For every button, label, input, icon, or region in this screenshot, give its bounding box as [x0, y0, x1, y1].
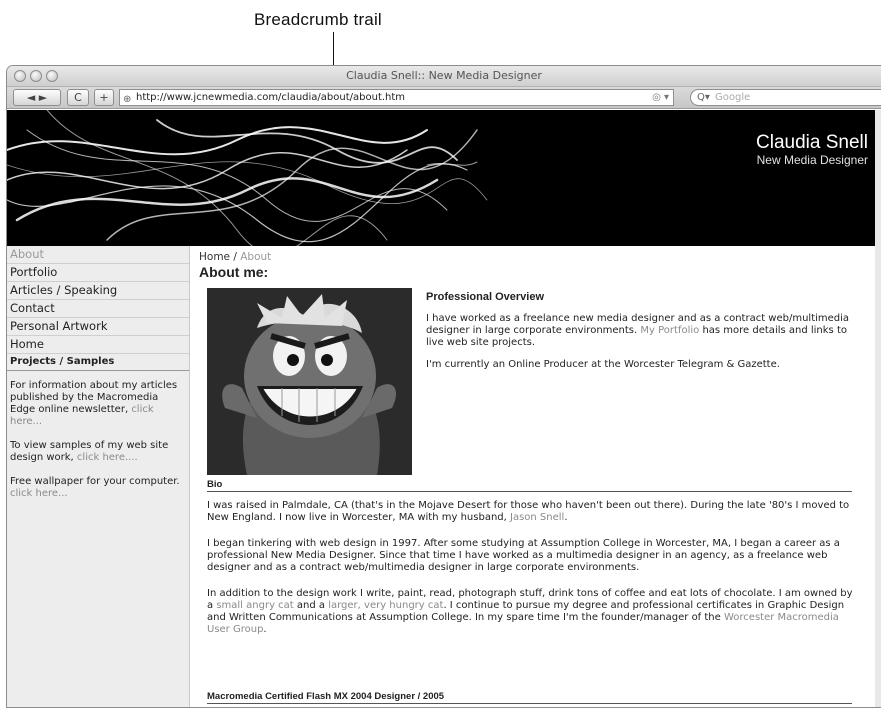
- main-content: Home / About About me: Professional Over…: [199, 246, 881, 707]
- portrait-photo: [207, 288, 412, 475]
- breadcrumb-current: About: [240, 251, 272, 263]
- search-icon: Q▾: [697, 92, 710, 103]
- url-text: http://www.jcnewmedia.com/claudia/about/…: [136, 92, 406, 103]
- bio-heading: Bio: [207, 479, 852, 492]
- bio-text: .: [564, 512, 568, 523]
- jason-snell-link[interactable]: Jason Snell: [510, 512, 564, 523]
- site-brand: Claudia Snell New Media Designer: [756, 132, 868, 168]
- wallpaper-link[interactable]: click here...: [10, 488, 68, 499]
- window-title: Claudia Snell:: New Media Designer: [346, 69, 542, 82]
- sidebar-blurb-articles: For information about my articles publis…: [7, 380, 189, 428]
- professional-overview: Professional Overview I have worked as a…: [426, 288, 856, 381]
- blurb-text: Free wallpaper for your computer.: [10, 476, 180, 487]
- browser-window: Claudia Snell:: New Media Designer ◄ ► C…: [6, 65, 881, 708]
- site-name: Claudia Snell: [756, 132, 868, 153]
- page-title: About me:: [199, 264, 269, 280]
- light-trails-graphic: [7, 110, 488, 246]
- character-illustration: [207, 288, 412, 475]
- address-bar[interactable]: ⊕ http://www.jcnewmedia.com/claudia/abou…: [119, 89, 674, 106]
- bio-paragraph-2: I began tinkering with web design in 199…: [207, 538, 840, 573]
- nav-item-articles[interactable]: Articles / Speaking: [7, 282, 189, 300]
- nav-item-portfolio[interactable]: Portfolio: [7, 264, 189, 282]
- nav-item-about[interactable]: About: [7, 246, 189, 264]
- bio-text: and a: [296, 600, 326, 611]
- site-icon: ⊕: [123, 94, 132, 105]
- search-input[interactable]: Q▾ Google: [690, 89, 881, 106]
- title-bar: Claudia Snell:: New Media Designer: [7, 66, 881, 87]
- search-placeholder: Google: [715, 92, 751, 103]
- rss-icon[interactable]: ◎ ▾: [652, 90, 669, 105]
- breadcrumb: Home / About: [199, 251, 271, 263]
- site-tagline: New Media Designer: [756, 153, 868, 167]
- back-forward-button[interactable]: ◄ ►: [13, 89, 61, 106]
- breadcrumb-separator: /: [230, 251, 241, 263]
- bio-paragraph-3: In addition to the design work I write, …: [207, 588, 857, 636]
- site-header-banner: Claudia Snell New Media Designer: [7, 110, 881, 246]
- reload-button[interactable]: C: [67, 89, 89, 106]
- samples-link[interactable]: click here....: [77, 452, 138, 463]
- portfolio-link[interactable]: My Portfolio: [640, 325, 699, 336]
- overview-title: Professional Overview: [426, 291, 544, 303]
- sidebar-blurb-samples: To view samples of my web site design wo…: [7, 440, 189, 464]
- breadcrumb-home-link[interactable]: Home: [199, 251, 230, 263]
- browser-toolbar: ◄ ► C + ⊕ http://www.jcnewmedia.com/clau…: [7, 87, 881, 109]
- overview-paragraph-2: I'm currently an Online Producer at the …: [426, 359, 780, 370]
- bio-text: .: [263, 624, 267, 635]
- overview-paragraph-1: I have worked as a freelance new media d…: [426, 313, 856, 349]
- sidebar-blurb-wallpaper: Free wallpaper for your computer. click …: [7, 476, 189, 500]
- sidebar: About Portfolio Articles / Speaking Cont…: [7, 246, 190, 707]
- small-cat-link[interactable]: small angry cat: [216, 600, 293, 611]
- sidebar-section-title: Projects / Samples: [7, 354, 189, 371]
- nav-item-home[interactable]: Home: [7, 336, 189, 354]
- nav-item-contact[interactable]: Contact: [7, 300, 189, 318]
- callout-label: Breadcrumb trail: [254, 10, 382, 29]
- add-bookmark-button[interactable]: +: [94, 89, 114, 106]
- hungry-cat-link[interactable]: larger, very hungry cat: [328, 600, 443, 611]
- callout: Breadcrumb trail: [0, 0, 881, 260]
- nav-item-personal-artwork[interactable]: Personal Artwork: [7, 318, 189, 336]
- certification-heading: Macromedia Certified Flash MX 2004 Desig…: [207, 691, 852, 704]
- bio-paragraph-1: I was raised in Palmdale, CA (that's in …: [207, 500, 857, 524]
